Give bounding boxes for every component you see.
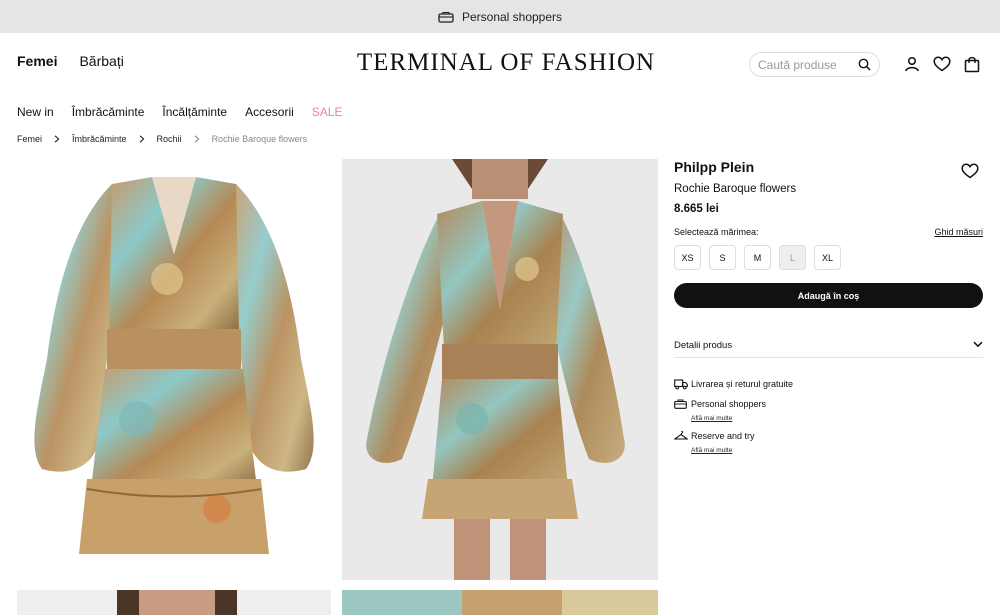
product-details-label: Detalii produs bbox=[674, 340, 733, 351]
nav-sale[interactable]: SALE bbox=[312, 105, 343, 119]
feature-personal-shoppers: Personal shoppers Află mai multe bbox=[674, 399, 983, 422]
truck-icon bbox=[674, 379, 691, 390]
hanger-icon bbox=[674, 431, 691, 441]
breadcrumb-dresses[interactable]: Rochii bbox=[157, 134, 182, 144]
site-logo[interactable]: TERMINAL OF FASHION bbox=[350, 49, 662, 77]
chevron-right-icon bbox=[54, 135, 60, 143]
size-label: Selectează mărimea: bbox=[674, 227, 759, 237]
user-icon[interactable] bbox=[903, 55, 921, 73]
feature-personal-shoppers-text: Personal shoppers bbox=[691, 399, 767, 409]
nav-new-in[interactable]: New in bbox=[17, 105, 54, 119]
shopping-bag-icon bbox=[438, 11, 454, 23]
feature-reserve-try-link[interactable]: Află mai multe bbox=[691, 447, 755, 454]
size-guide-link[interactable]: Ghid măsuri bbox=[934, 227, 983, 237]
size-header: Selectează mărimea: Ghid măsuri bbox=[674, 227, 983, 237]
product-details-accordion[interactable]: Detalii produs bbox=[674, 334, 983, 358]
size-option-m[interactable]: M bbox=[744, 245, 771, 270]
product-image-thumb-4[interactable] bbox=[342, 590, 658, 615]
feature-delivery-text: Livrarea și returul gratuite bbox=[691, 379, 794, 389]
product-name: Rochie Baroque flowers bbox=[674, 183, 797, 195]
gender-men-link[interactable]: Bărbați bbox=[79, 53, 123, 69]
cart-icon[interactable] bbox=[963, 55, 981, 73]
feature-reserve-try: Reserve and try Află mai multe bbox=[674, 431, 983, 454]
gender-women-link[interactable]: Femei bbox=[17, 53, 57, 69]
feature-personal-shoppers-link[interactable]: Află mai multe bbox=[691, 415, 766, 422]
size-selector: XS S M L XL bbox=[674, 245, 983, 270]
size-option-l: L bbox=[779, 245, 806, 270]
feature-delivery: Livrarea și returul gratuite bbox=[674, 379, 983, 390]
size-option-xs[interactable]: XS bbox=[674, 245, 701, 270]
nav-accessories[interactable]: Accesorii bbox=[245, 105, 294, 119]
search-icon[interactable] bbox=[858, 58, 871, 71]
product-image-front[interactable] bbox=[17, 159, 331, 580]
product-price: 8.665 lei bbox=[674, 203, 719, 215]
announcement-bar[interactable]: Personal shoppers bbox=[0, 0, 1000, 33]
search-input[interactable] bbox=[758, 57, 850, 72]
heart-icon[interactable] bbox=[933, 55, 951, 73]
announcement-text: Personal shoppers bbox=[461, 9, 563, 24]
shopping-bag-icon bbox=[674, 399, 691, 409]
feature-reserve-try-text: Reserve and try bbox=[691, 431, 755, 441]
search-box[interactable] bbox=[749, 52, 880, 77]
wishlist-heart-icon[interactable] bbox=[961, 163, 979, 179]
breadcrumb: Femei Îmbrăcăminte Rochii Rochie Baroque… bbox=[17, 134, 307, 144]
size-option-s[interactable]: S bbox=[709, 245, 736, 270]
product-image-model[interactable] bbox=[342, 159, 658, 580]
nav-shoes[interactable]: Încălțăminte bbox=[162, 105, 227, 119]
breadcrumb-current: Rochie Baroque flowers bbox=[211, 134, 308, 144]
chevron-down-icon bbox=[973, 340, 983, 351]
product-image-thumb-3[interactable] bbox=[17, 590, 331, 615]
gender-nav: Femei Bărbați bbox=[17, 53, 124, 69]
product-brand[interactable]: Philpp Plein bbox=[674, 159, 983, 175]
product-info-panel: Philpp Plein Rochie Baroque flowers 8.66… bbox=[674, 159, 983, 463]
add-to-cart-button[interactable]: Adaugă în coș bbox=[674, 283, 983, 308]
breadcrumb-women[interactable]: Femei bbox=[17, 134, 42, 144]
breadcrumb-clothing[interactable]: Îmbrăcăminte bbox=[72, 134, 127, 144]
size-option-xl[interactable]: XL bbox=[814, 245, 841, 270]
chevron-right-icon bbox=[194, 135, 200, 143]
category-nav: New in Îmbrăcăminte Încălțăminte Accesor… bbox=[17, 105, 342, 119]
nav-clothing[interactable]: Îmbrăcăminte bbox=[72, 105, 145, 119]
product-features: Livrarea și returul gratuite Personal sh… bbox=[674, 379, 983, 454]
header-actions bbox=[903, 55, 981, 73]
chevron-right-icon bbox=[139, 135, 145, 143]
